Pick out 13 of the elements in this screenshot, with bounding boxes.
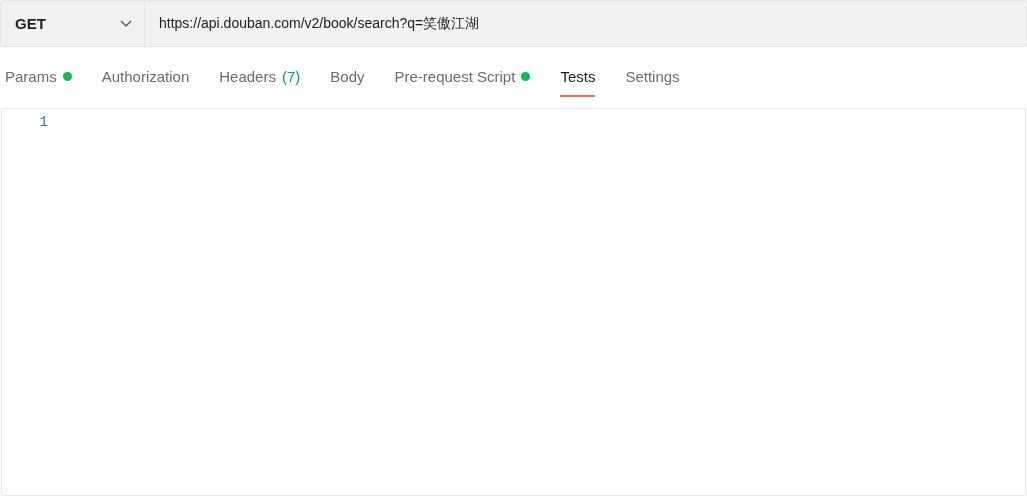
- tab[interactable]: Body: [330, 57, 365, 97]
- code-editor[interactable]: 1: [1, 108, 1026, 496]
- line-number: 1: [38, 114, 48, 130]
- method-dropdown[interactable]: GET: [0, 0, 145, 47]
- tab[interactable]: Tests: [560, 57, 596, 97]
- tab-count: (7): [281, 67, 301, 85]
- tab[interactable]: Authorization: [101, 57, 190, 97]
- tab[interactable]: Params: [5, 57, 72, 97]
- chevron-down-icon: [120, 19, 132, 28]
- tab[interactable]: Headers (7): [219, 57, 301, 97]
- tab[interactable]: Settings: [625, 57, 680, 97]
- url-field[interactable]: https://api.douban.com/v2/book/search?q=笑傲江湖: [145, 0, 1027, 47]
- tab[interactable]: Pre-request Script: [394, 57, 531, 97]
